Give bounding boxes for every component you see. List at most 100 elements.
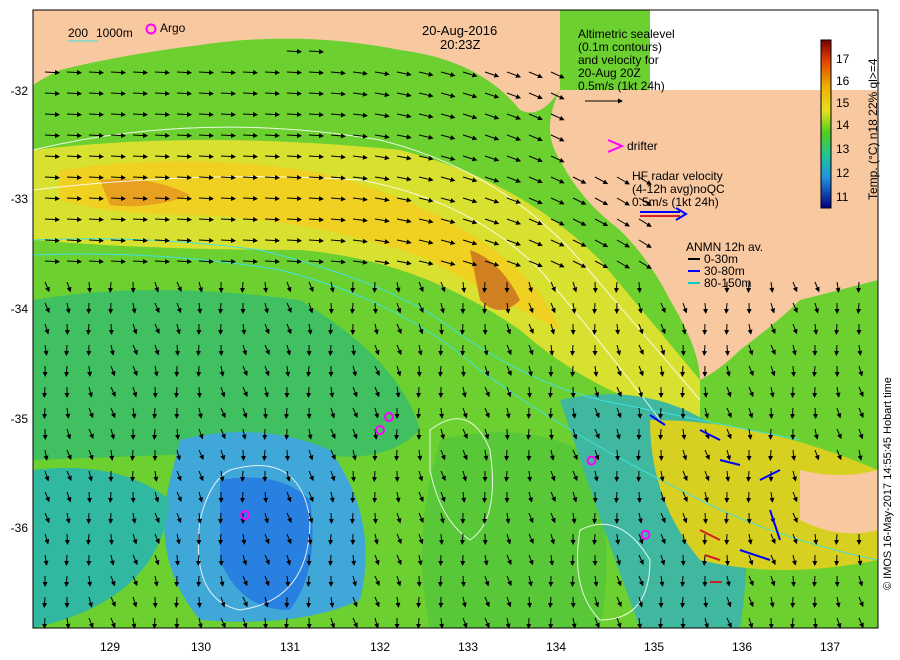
colorbar bbox=[820, 39, 832, 209]
velocity-arrow bbox=[218, 302, 224, 314]
velocity-arrow bbox=[64, 554, 70, 566]
cb-tick-11: 11 bbox=[836, 190, 849, 204]
velocity-arrow bbox=[88, 133, 104, 138]
x-tick-129: 129 bbox=[99, 640, 121, 654]
velocity-arrow bbox=[132, 70, 148, 75]
velocity-arrow bbox=[482, 491, 488, 503]
velocity-arrow bbox=[176, 259, 192, 264]
velocity-arrow bbox=[240, 491, 246, 503]
velocity-arrow bbox=[154, 259, 170, 264]
velocity-arrow bbox=[152, 428, 158, 440]
cb-tick-13: 13 bbox=[836, 142, 850, 156]
velocity-arrow bbox=[306, 575, 312, 587]
velocity-arrow bbox=[240, 281, 246, 293]
velocity-arrow bbox=[286, 175, 302, 180]
velocity-arrow bbox=[242, 154, 258, 159]
velocity-arrow bbox=[460, 365, 466, 377]
velocity-arrow bbox=[198, 133, 214, 138]
velocity-arrow bbox=[176, 154, 192, 159]
map-time: 20:23Z bbox=[440, 37, 481, 52]
velocity-arrow bbox=[108, 512, 114, 524]
velocity-arrow bbox=[658, 407, 664, 419]
velocity-arrow bbox=[372, 302, 378, 314]
velocity-arrow bbox=[768, 407, 774, 419]
velocity-arrow bbox=[42, 617, 48, 629]
velocity-arrow bbox=[110, 217, 126, 222]
velocity-arrow bbox=[220, 175, 236, 180]
velocity-arrow bbox=[66, 154, 82, 159]
velocity-arrow bbox=[504, 449, 510, 461]
velocity-arrow bbox=[152, 386, 158, 398]
velocity-arrow bbox=[768, 449, 774, 461]
velocity-arrow bbox=[198, 112, 214, 117]
velocity-arrow bbox=[154, 175, 170, 180]
velocity-arrow bbox=[220, 91, 236, 96]
velocity-arrow bbox=[44, 133, 60, 138]
cb-tick-12: 12 bbox=[836, 166, 850, 180]
velocity-arrow bbox=[242, 133, 258, 138]
velocity-arrow bbox=[198, 259, 214, 264]
velocity-arrow bbox=[812, 617, 818, 629]
velocity-arrow bbox=[242, 112, 258, 117]
velocity-arrow bbox=[198, 154, 214, 159]
velocity-arrow bbox=[240, 470, 246, 482]
velocity-arrow bbox=[724, 344, 730, 356]
velocity-arrow bbox=[636, 491, 642, 503]
velocity-arrow bbox=[198, 70, 214, 75]
velocity-arrow bbox=[132, 196, 148, 201]
velocity-arrow bbox=[504, 470, 510, 482]
depth-contour-label-200: 200 bbox=[68, 26, 89, 40]
velocity-arrow bbox=[284, 428, 290, 440]
velocity-arrow bbox=[680, 344, 686, 356]
velocity-arrow bbox=[66, 196, 82, 201]
velocity-arrow bbox=[286, 91, 302, 96]
velocity-arrow bbox=[196, 596, 202, 608]
velocity-arrow bbox=[176, 196, 192, 201]
velocity-arrow bbox=[460, 575, 466, 587]
velocity-arrow bbox=[812, 386, 818, 398]
velocity-arrow bbox=[110, 133, 126, 138]
velocity-arrow bbox=[196, 575, 202, 587]
velocity-arrow bbox=[132, 133, 148, 138]
velocity-arrow bbox=[42, 386, 48, 398]
velocity-arrow bbox=[592, 533, 598, 545]
velocity-arrow bbox=[286, 154, 302, 159]
velocity-arrow bbox=[812, 407, 818, 419]
velocity-arrow bbox=[264, 196, 280, 201]
velocity-arrow bbox=[328, 302, 334, 314]
velocity-arrow bbox=[220, 217, 236, 222]
velocity-arrow bbox=[220, 70, 236, 75]
velocity-arrow bbox=[88, 175, 104, 180]
velocity-arrow bbox=[64, 575, 70, 587]
velocity-arrow bbox=[834, 344, 840, 356]
velocity-arrow bbox=[680, 365, 686, 377]
velocity-arrow bbox=[218, 533, 224, 545]
velocity-arrow bbox=[154, 154, 170, 159]
depth-contour-label-1000: 1000m bbox=[96, 26, 133, 40]
velocity-arrow bbox=[636, 470, 642, 482]
velocity-arrow bbox=[592, 323, 598, 335]
velocity-arrow bbox=[394, 428, 400, 440]
velocity-arrow bbox=[286, 133, 302, 138]
velocity-arrow bbox=[154, 70, 170, 75]
velocity-arrow bbox=[110, 238, 126, 243]
velocity-arrow bbox=[152, 407, 158, 419]
velocity-arrow bbox=[44, 112, 60, 117]
cb-tick-16: 16 bbox=[836, 74, 850, 88]
velocity-arrow bbox=[44, 217, 60, 222]
velocity-arrow bbox=[218, 512, 224, 524]
velocity-arrow bbox=[154, 112, 170, 117]
velocity-arrow bbox=[570, 365, 576, 377]
velocity-arrow bbox=[834, 554, 840, 566]
velocity-arrow bbox=[592, 512, 598, 524]
velocity-arrow bbox=[570, 575, 576, 587]
velocity-arrow bbox=[132, 175, 148, 180]
velocity-arrow bbox=[242, 70, 258, 75]
velocity-arrow bbox=[548, 407, 554, 419]
velocity-arrow bbox=[372, 281, 378, 293]
y-tick-minus32: -32 bbox=[10, 84, 28, 98]
velocity-arrow bbox=[44, 175, 60, 180]
velocity-arrow bbox=[306, 365, 312, 377]
anmn-item-80-150m: 80-150m bbox=[704, 276, 752, 290]
velocity-arrow bbox=[746, 491, 752, 503]
